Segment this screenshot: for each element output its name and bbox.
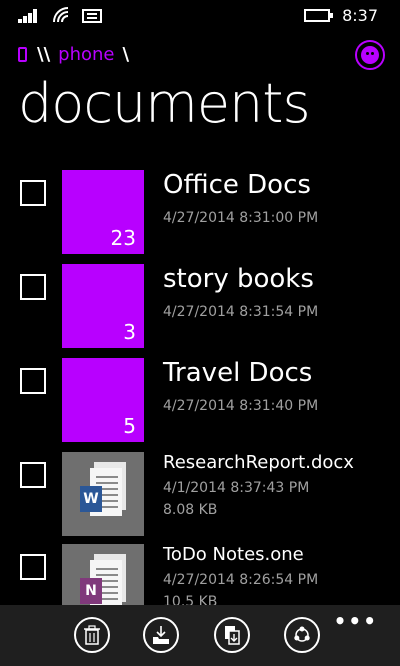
clock: 8:37 bbox=[342, 6, 378, 25]
avatar-icon[interactable] bbox=[355, 40, 385, 70]
item-date: 4/27/2014 8:31:40 PM bbox=[163, 398, 319, 414]
item-count: 3 bbox=[123, 320, 136, 344]
item-date: 4/27/2014 8:31:54 PM bbox=[163, 304, 319, 320]
copy-icon bbox=[225, 626, 240, 645]
folder-item[interactable]: 23 Office Docs 4/27/2014 8:31:00 PM bbox=[0, 170, 400, 254]
select-checkbox[interactable] bbox=[20, 368, 46, 394]
open-icon bbox=[153, 626, 169, 644]
item-count: 5 bbox=[123, 414, 136, 438]
breadcrumb-separator: \\ bbox=[37, 43, 51, 65]
item-date: 4/27/2014 8:26:54 PM bbox=[163, 572, 319, 588]
folder-tile[interactable]: 3 bbox=[62, 264, 144, 348]
item-name: ToDo Notes.one bbox=[163, 544, 304, 565]
status-bar: 8:37 bbox=[0, 0, 400, 32]
select-checkbox[interactable] bbox=[20, 462, 46, 488]
onenote-doc-icon: N bbox=[80, 554, 128, 606]
word-badge: W bbox=[80, 486, 102, 512]
file-item[interactable]: N ToDo Notes.one 4/27/2014 8:26:54 PM 10… bbox=[0, 544, 400, 606]
item-date: 4/27/2014 8:31:00 PM bbox=[163, 210, 319, 226]
app-bar: ••• bbox=[0, 605, 400, 666]
open-button[interactable] bbox=[143, 617, 179, 653]
word-doc-icon: W bbox=[80, 462, 128, 524]
share-button[interactable] bbox=[284, 617, 320, 653]
item-name: Travel Docs bbox=[163, 358, 313, 388]
item-name: Office Docs bbox=[163, 170, 311, 200]
word-file-thumbnail[interactable]: W bbox=[62, 452, 144, 536]
phone-icon bbox=[18, 46, 27, 62]
share-icon bbox=[294, 626, 310, 642]
delete-button[interactable] bbox=[74, 617, 110, 653]
folder-item[interactable]: 5 Travel Docs 4/27/2014 8:31:40 PM bbox=[0, 358, 400, 442]
select-checkbox[interactable] bbox=[20, 554, 46, 580]
onenote-file-thumbnail[interactable]: N bbox=[62, 544, 144, 606]
select-checkbox[interactable] bbox=[20, 274, 46, 300]
onenote-badge: N bbox=[80, 578, 102, 604]
item-name: story books bbox=[163, 264, 314, 294]
delete-icon bbox=[84, 625, 100, 645]
wifi-icon bbox=[53, 7, 69, 23]
message-icon bbox=[82, 9, 102, 23]
file-item[interactable]: W ResearchReport.docx 4/1/2014 8:37:43 P… bbox=[0, 452, 400, 536]
item-name: ResearchReport.docx bbox=[163, 452, 354, 473]
file-list[interactable]: 23 Office Docs 4/27/2014 8:31:00 PM 3 st… bbox=[0, 166, 400, 606]
item-date: 4/1/2014 8:37:43 PM bbox=[163, 480, 310, 496]
battery-icon bbox=[304, 9, 333, 22]
signal-icon bbox=[18, 9, 42, 23]
page-title: documents bbox=[18, 72, 311, 135]
copy-button[interactable] bbox=[214, 617, 250, 653]
select-checkbox[interactable] bbox=[20, 180, 46, 206]
breadcrumb-trail: \ bbox=[122, 43, 130, 65]
more-button[interactable]: ••• bbox=[334, 609, 378, 633]
breadcrumb-location[interactable]: phone bbox=[58, 44, 114, 65]
folder-item[interactable]: 3 story books 4/27/2014 8:31:54 PM bbox=[0, 264, 400, 348]
folder-tile[interactable]: 5 bbox=[62, 358, 144, 442]
item-count: 23 bbox=[110, 226, 136, 250]
item-size: 8.08 KB bbox=[163, 502, 218, 518]
breadcrumb: \\ phone \ bbox=[18, 42, 137, 66]
folder-tile[interactable]: 23 bbox=[62, 170, 144, 254]
